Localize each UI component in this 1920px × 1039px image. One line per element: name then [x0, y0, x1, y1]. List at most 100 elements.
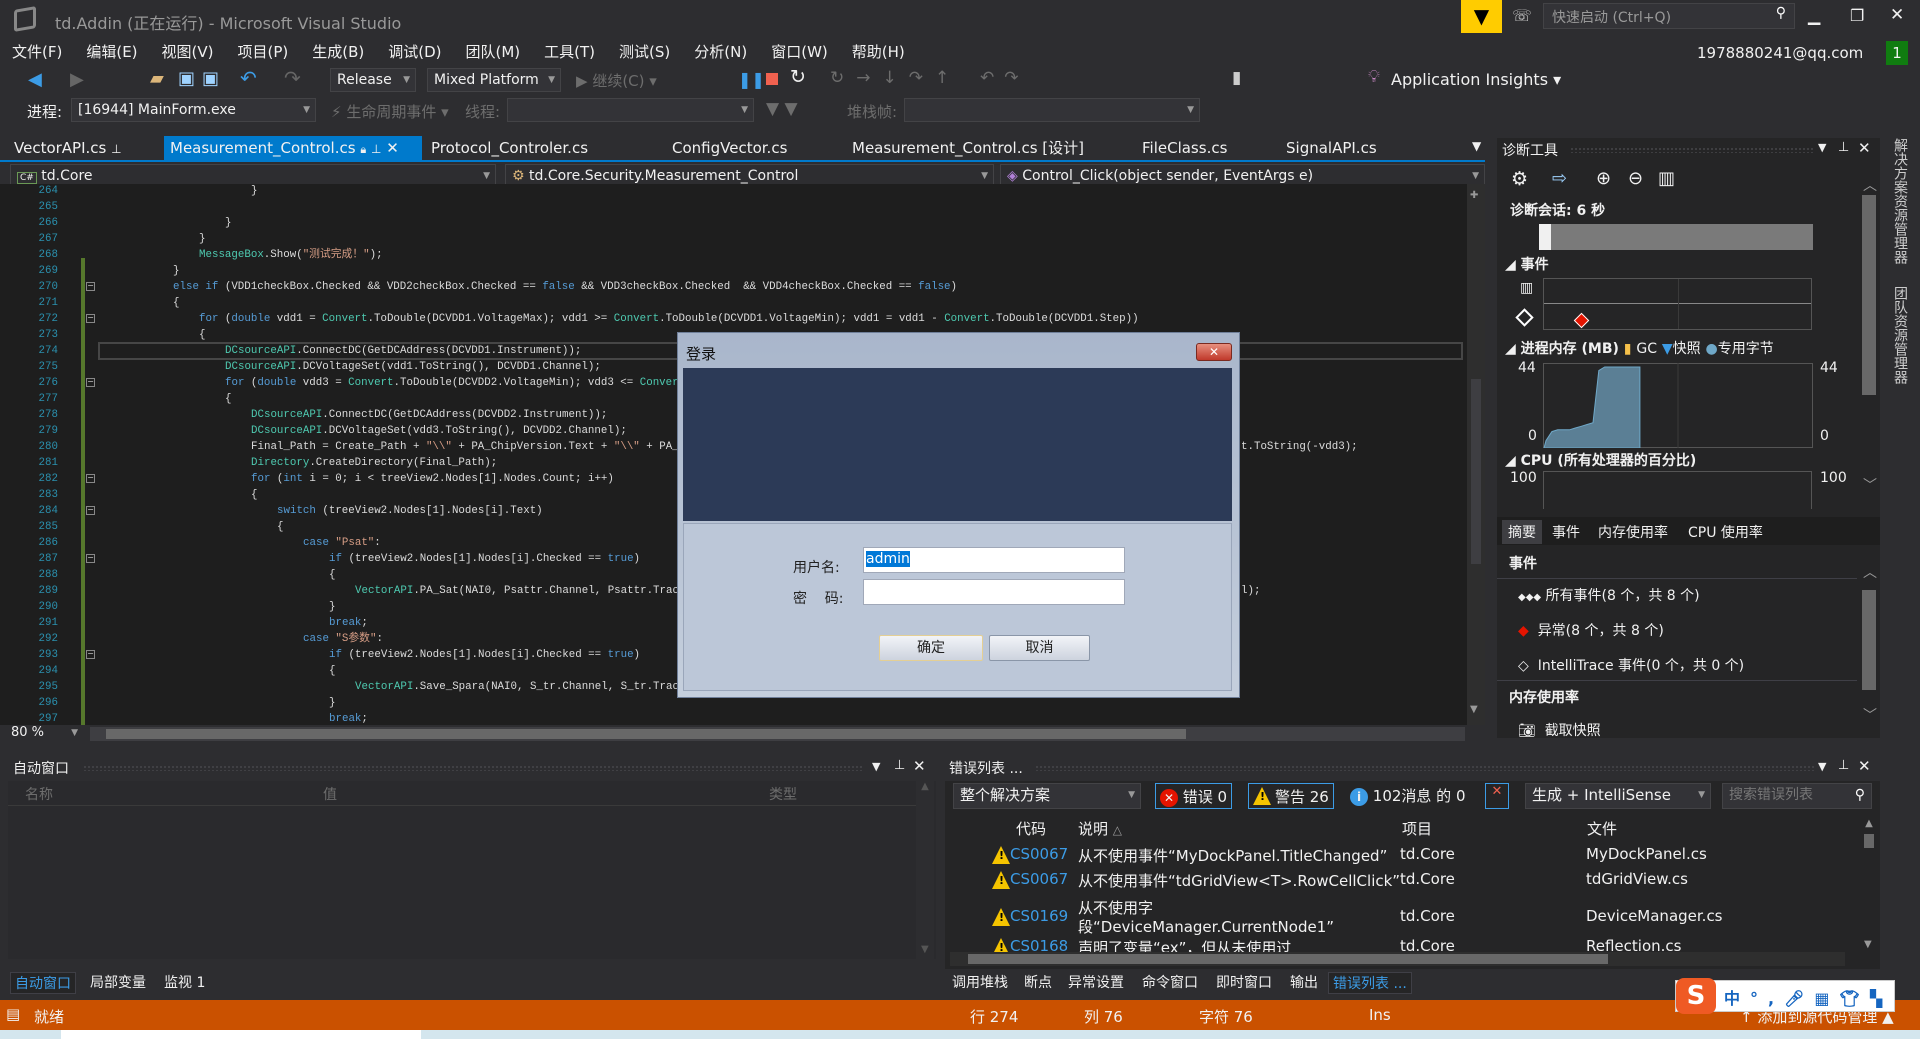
feedback-icon[interactable]: ☏ [1512, 6, 1532, 25]
editor-vertical-scrollbar[interactable]: ✚ ▼ [1467, 184, 1485, 725]
timeline-cursor[interactable] [1539, 224, 1551, 250]
errors-pin-icon[interactable]: ⊥ [1838, 758, 1849, 773]
diag-tab-events[interactable]: 事件 [1552, 522, 1580, 542]
collapse-icon[interactable]: − [86, 506, 95, 515]
clear-filter-button[interactable]: ✕ [1485, 783, 1509, 809]
exceptions-item[interactable]: ◆ 异常(8 个，共 8 个) [1518, 620, 1664, 640]
menu-view[interactable]: 视图(V) [162, 41, 214, 63]
error-row[interactable]: CS0169 从不使用字段“DeviceManager.CurrentNode1”… [945, 896, 1855, 936]
tab-overflow-icon[interactable]: ▼ [1472, 139, 1481, 153]
notifications-flag-icon[interactable]: ▼ [1461, 0, 1502, 33]
zoom-in-icon[interactable]: ⊕ [1596, 168, 1611, 189]
menu-edit[interactable]: 编辑(E) [86, 41, 137, 63]
autos-tab-autos[interactable]: 自动窗口 [10, 972, 76, 994]
hscroll-thumb[interactable] [106, 729, 1186, 739]
account-email[interactable]: 1978880241@qq.com [1697, 44, 1863, 62]
stop-icon[interactable] [766, 73, 778, 85]
side-tab-solution-explorer[interactable]: 解决方案资源管理器 [1890, 138, 1910, 264]
tab-breakpoints[interactable]: 断点 [1020, 972, 1056, 994]
menu-analyze[interactable]: 分析(N) [694, 41, 747, 63]
col-file[interactable]: 文件 [1587, 818, 1617, 839]
forward-icon[interactable]: ▶ [70, 69, 84, 90]
zoom-out-icon[interactable]: ⊖ [1628, 168, 1643, 189]
tab-call-stack[interactable]: 调用堆栈 [948, 972, 1012, 994]
editor-horizontal-scrollbar[interactable] [90, 727, 1465, 741]
tab-fileclass[interactable]: FileClass.cs [1136, 136, 1233, 160]
pin-icon[interactable]: ⊥ [371, 142, 381, 156]
minimize-button[interactable]: ▁ [1808, 6, 1820, 25]
dialog-close-button[interactable]: ✕ [1196, 343, 1232, 361]
ok-button[interactable]: 确定 [879, 635, 983, 661]
error-row[interactable]: CS0067 从不使用事件“MyDockPanel.TitleChanged” td… [945, 844, 1855, 868]
diag-export-icon[interactable]: ⇨ [1552, 168, 1567, 189]
undo-icon[interactable]: ↶ [240, 66, 257, 90]
restart-icon[interactable]: ↻ [790, 66, 806, 88]
ime-menu-icon[interactable]: ▚ [1870, 989, 1892, 1008]
tab-command-window[interactable]: 命令窗口 [1138, 972, 1202, 994]
cpu-chart[interactable] [1543, 471, 1812, 509]
errors-close-icon[interactable]: ✕ [1858, 757, 1871, 775]
menu-test[interactable]: 测试(S) [619, 41, 670, 63]
error-list-hscroll[interactable] [950, 952, 1845, 966]
zoom-dropdown[interactable]: 80 % ▼ [8, 725, 83, 743]
application-insights-button[interactable]: Application Insights ▾ [1391, 70, 1561, 89]
autos-close-icon[interactable]: ✕ [913, 757, 926, 775]
pin-icon[interactable]: ⊥ [111, 142, 121, 156]
quick-launch-input[interactable]: 快速启动 (Ctrl+Q) ⚲ [1543, 3, 1795, 29]
platform-dropdown[interactable]: Mixed Platform ▼ [427, 68, 561, 92]
tab-protocol-controler[interactable]: Protocol_Controler.cs [425, 136, 594, 160]
col-project[interactable]: 项目 [1402, 818, 1432, 839]
ime-skin-icon[interactable]: 👕︎ [1840, 989, 1870, 1008]
redo-icon[interactable]: ↷ [284, 66, 301, 90]
diag-tab-cpu[interactable]: CPU 使用率 [1688, 522, 1763, 542]
tab-signalapi[interactable]: SignalAPI.cs [1280, 136, 1383, 160]
collapse-icon[interactable]: − [86, 474, 95, 483]
tab-immediate-window[interactable]: 即时窗口 [1212, 972, 1276, 994]
menu-debug[interactable]: 调试(D) [388, 41, 441, 63]
ime-punct-icon[interactable]: °, [1750, 989, 1784, 1008]
thread-dropdown[interactable]: ▼ [507, 98, 754, 122]
intellitrace-item[interactable]: ◇ IntelliTrace 事件(0 个，共 0 个) [1518, 655, 1744, 675]
memory-chart[interactable] [1543, 363, 1813, 448]
diag-settings-icon[interactable]: ⚙︎ [1511, 168, 1528, 190]
diag-tab-memory[interactable]: 内存使用率 [1598, 522, 1668, 542]
cancel-button[interactable]: 取消 [989, 635, 1090, 661]
menu-help[interactable]: 帮助(H) [852, 41, 905, 63]
autos-tab-watch[interactable]: 监视 1 [160, 972, 209, 994]
diag-tab-summary[interactable]: 摘要 [1502, 520, 1542, 544]
close-tab-icon[interactable]: ✕ [386, 139, 399, 157]
filter-icon[interactable]: ▼ ▼ [766, 99, 798, 119]
collapse-icon[interactable]: − [86, 650, 95, 659]
error-code[interactable]: CS0168 [1010, 937, 1068, 952]
build-source-dropdown[interactable]: 生成 + IntelliSense ▼ [1525, 783, 1711, 809]
warnings-filter-button[interactable]: 警告 26 [1248, 783, 1334, 809]
tab-vectorapi[interactable]: VectorAPI.cs ⊥ [8, 136, 128, 160]
ime-mode[interactable]: 中 [1724, 989, 1750, 1008]
collapse-icon[interactable]: − [86, 282, 95, 291]
scroll-up-icon[interactable]: ✚ [1470, 190, 1478, 201]
collapse-icon[interactable]: − [86, 314, 95, 323]
errors-dropdown-icon[interactable]: ▼ [1818, 760, 1826, 773]
nav-icons[interactable]: ↶↷ [980, 68, 1029, 88]
step-icons[interactable]: ↻→↓↷↑ [830, 68, 961, 88]
all-events-item[interactable]: ◆◆◆ 所有事件(8 个，共 8 个) [1518, 585, 1700, 605]
configuration-dropdown[interactable]: Release ▼ [330, 68, 416, 92]
bookmark-icon[interactable]: ▮ [1232, 68, 1241, 88]
diag-pin-icon[interactable]: ⊥ [1838, 140, 1849, 155]
menu-project[interactable]: 项目(P) [238, 41, 289, 63]
restore-button[interactable]: ❐ [1850, 6, 1864, 25]
error-search-input[interactable]: 搜索错误列表 ⚲ [1722, 783, 1872, 809]
tab-configvector[interactable]: ConfigVector.cs [666, 136, 793, 160]
error-row[interactable]: CS0168 声明了变量“ex”，但从未使用过 td.Core Reflection.… [945, 936, 1855, 952]
scope-dropdown[interactable]: 整个解决方案 ▼ [953, 783, 1141, 809]
error-row[interactable]: CS0067 从不使用事件“tdGridView<T>.RowCellClick”… [945, 869, 1855, 893]
menu-tools[interactable]: 工具(T) [544, 41, 595, 63]
autos-tab-locals[interactable]: 局部变量 [86, 972, 150, 994]
open-file-icon[interactable]: ▰ [150, 68, 164, 89]
save-all-icon[interactable]: ▣ [202, 68, 219, 89]
save-icon[interactable]: ▣ [178, 68, 195, 89]
col-description[interactable]: 说明 △ [1078, 818, 1122, 839]
tab-measurement-control[interactable]: Measurement_Control.cs 🔒︎ ⊥ ✕ [164, 136, 422, 160]
stack-frame-dropdown[interactable]: ▼ [904, 98, 1200, 122]
collapse-icon[interactable]: − [86, 554, 95, 563]
